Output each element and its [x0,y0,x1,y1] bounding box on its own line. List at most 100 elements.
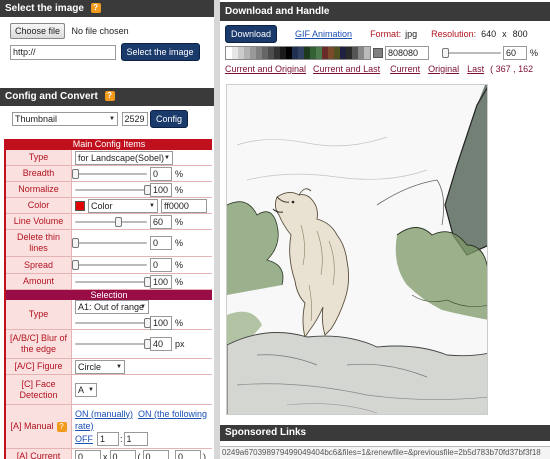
slider-knob[interactable] [144,184,151,195]
sel-type-select[interactable]: A1: Out of range [75,299,149,314]
percent-label: % [175,216,184,227]
bg-hex-input[interactable]: 808080 [385,46,429,60]
select-image-body: Choose file No file chosen http:// Selec… [0,17,214,72]
manual-y-input[interactable]: 1 [123,431,148,446]
main-config-table: Main Config Items Type for Landscape(Sob… [4,139,212,459]
palette-swatch[interactable] [364,47,370,59]
last-link[interactable]: Last [467,64,484,74]
config-body: Thumbnail 2529 Config [0,106,214,139]
paren-open: ( [137,451,141,459]
download-toolbar: Download GIF Animation Format: jpg Resol… [225,24,550,75]
figure-row: [A/C] Figure Circle [6,359,212,375]
normalize-input[interactable]: 100 [150,182,172,197]
config-title: Config and Convert [5,91,98,102]
sel-type-row: Type A1: Out of range 100 % [6,299,212,330]
breadth-row: Breadth 0 % [6,166,212,182]
current-and-original-link[interactable]: Current and Original [225,64,306,74]
slider-knob[interactable] [72,168,79,179]
slider-knob[interactable] [144,317,151,328]
zoom-slider[interactable] [442,48,501,58]
help-icon[interactable]: ? [104,91,115,102]
left-panel: Select the image ? Choose file No file c… [0,0,214,459]
breadth-slider[interactable] [72,168,147,179]
choose-file-button[interactable]: Choose file [10,23,66,39]
bg-color-swatch[interactable] [373,48,383,58]
sketch-image [227,85,487,414]
delete-thin-label: Delete thin lines [6,230,72,256]
current-d-input[interactable]: 0 [175,449,202,459]
face-select[interactable]: A [75,382,97,397]
delete-thin-input[interactable]: 0 [150,236,172,250]
color-select[interactable]: Color [88,198,158,213]
blur-label: [A/B/C] Blur of the edge [6,330,72,358]
background-palette[interactable] [225,46,371,60]
select-image-title: Select the image [5,3,84,14]
current-c-input[interactable]: 0 [142,449,169,459]
main-config-title: Main Config Items [6,139,212,150]
config-button[interactable]: Config [150,110,189,128]
original-link[interactable]: Original [428,64,459,74]
current-and-last-link[interactable]: Current and Last [313,64,380,74]
sponsored-header: Sponsored Links [220,425,550,441]
color-hex-input[interactable]: ff0000 [161,198,207,213]
current-link[interactable]: Current [390,64,420,74]
slider-knob[interactable] [72,238,79,248]
slider-knob[interactable] [144,339,151,349]
help-icon[interactable]: ? [90,3,101,14]
zoom-input[interactable]: 60 [503,46,527,60]
sel-type-label: Type [6,300,72,329]
x-label: x [103,451,108,459]
download-header: Download and Handle [220,2,550,21]
slider-knob[interactable] [442,48,449,58]
no-file-label: No file chosen [71,26,129,36]
blur-input[interactable]: 40 [150,337,172,351]
spread-slider[interactable] [72,260,147,270]
format-label: Format: [370,29,402,39]
face-label: [C] Face Detection [6,375,72,404]
px-label: px [175,339,185,349]
amount-label: Amount [6,274,72,289]
delete-thin-row: Delete thin lines 0 % [6,230,212,257]
sponsored-title: Sponsored Links [225,427,307,438]
delete-thin-slider[interactable] [72,238,147,248]
size-input[interactable]: 2529 [121,112,148,126]
spread-label: Spread [6,257,72,273]
comma-label: , [170,451,174,459]
normalize-slider[interactable] [75,184,151,195]
line-volume-input[interactable]: 60 [150,214,172,229]
current-a-input[interactable]: 0 [75,449,101,459]
type-select[interactable]: for Landscape(Sobel) [75,150,173,165]
breadth-input[interactable]: 0 [150,166,172,181]
current-row: [A] Current 0 x 0 ( 0 , 0 ) [6,449,212,459]
figure-select[interactable]: Circle [75,359,125,374]
download-button[interactable]: Download [225,25,278,43]
select-image-button[interactable]: Select the image [120,43,200,61]
sel-type-slider[interactable] [75,317,151,328]
manual-label-cell: [A] Manual? [6,405,72,448]
slider-knob[interactable] [115,216,123,227]
manual-x-input[interactable]: 1 [97,431,119,446]
manual-off-link[interactable]: OFF [75,433,93,445]
format-value: jpg [405,29,418,39]
url-input[interactable]: http:// [10,44,116,60]
normalize-row: Normalize 100 % [6,182,212,198]
amount-input[interactable]: 100 [150,274,172,289]
percent-label: % [175,238,184,248]
image-preview[interactable] [226,84,488,415]
blur-slider[interactable] [75,339,151,349]
sel-type-input[interactable]: 100 [150,315,172,330]
line-volume-slider[interactable] [75,216,147,227]
amount-row: Amount 100 % [6,274,212,290]
amount-slider[interactable] [75,276,151,287]
gif-animation-link[interactable]: GIF Animation [295,29,352,39]
face-row: [C] Face Detection A [6,375,212,405]
preset-select[interactable]: Thumbnail [12,112,118,126]
slider-knob[interactable] [72,260,79,270]
color-swatch[interactable] [75,200,85,211]
current-b-input[interactable]: 0 [109,449,136,459]
help-icon[interactable]: ? [56,421,67,432]
current-label: [A] Current [6,449,72,459]
spread-input[interactable]: 0 [150,258,172,272]
manual-on-link[interactable]: ON (manually) [75,409,133,419]
slider-knob[interactable] [144,276,151,287]
